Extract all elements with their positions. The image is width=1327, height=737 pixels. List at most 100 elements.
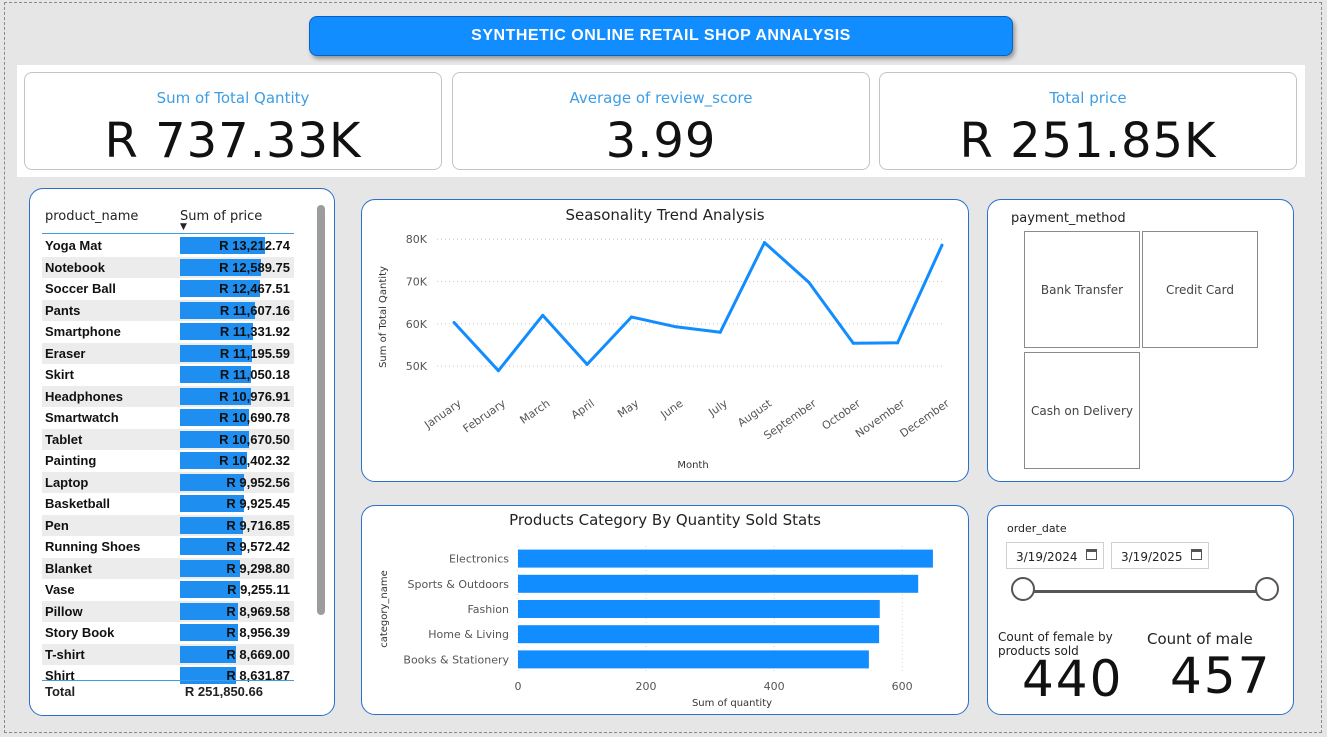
x-tick-label: March: [518, 397, 553, 427]
y-tick-label: Sports & Outdoors: [408, 578, 510, 591]
product-name: Skirt: [45, 367, 74, 382]
calendar-icon[interactable]: [1086, 549, 1097, 560]
table-row[interactable]: Tablet R 10,670.50: [42, 428, 294, 450]
payment-option-credit-card[interactable]: Credit Card: [1142, 231, 1258, 348]
y-tick-label: Fashion: [467, 603, 509, 616]
table-row[interactable]: Basketball R 9,925.45: [42, 493, 294, 515]
male-count-label: Count of male: [1147, 630, 1253, 648]
total-value: R 251,850.66: [184, 684, 263, 699]
data-point: [763, 241, 767, 245]
data-point: [896, 341, 900, 345]
table-row[interactable]: Smartwatch R 10,690.78: [42, 407, 294, 429]
kpi-value: R 251.85K: [959, 113, 1217, 169]
product-price: R 9,952.56: [226, 474, 290, 490]
table-row[interactable]: Running Shoes R 9,572.42: [42, 536, 294, 558]
product-price: R 11,607.16: [219, 302, 290, 318]
kpi-card-total-price: Total price R 251.85K: [879, 72, 1297, 170]
category-bar: [518, 600, 880, 618]
payment-option-cash-on-delivery[interactable]: Cash on Delivery: [1024, 352, 1140, 469]
table-row[interactable]: Eraser R 11,195.59: [42, 342, 294, 364]
date-range-end-handle[interactable]: [1255, 577, 1279, 601]
table-row[interactable]: Story Book R 8,956.39: [42, 622, 294, 644]
payment-method-slicer: payment_method Bank Transfer Credit Card…: [987, 199, 1294, 482]
product-name: Pillow: [45, 603, 83, 619]
y-tick-label: Books & Stationery: [403, 653, 509, 666]
kpi-label: Total price: [1049, 89, 1127, 107]
product-price: R 10,690.78: [219, 410, 290, 425]
date-range-slider-track[interactable]: [1023, 590, 1267, 593]
y-axis-title: category_name: [379, 570, 390, 648]
product-price: R 9,255.11: [227, 582, 290, 597]
table-row[interactable]: Skirt R 11,050.18: [42, 364, 294, 386]
series-line: [452, 241, 944, 373]
start-date-input[interactable]: 3/19/2024: [1006, 542, 1104, 569]
y-tick-label: 70K: [406, 276, 428, 289]
data-point: [452, 321, 456, 325]
product-price: R 10,976.91: [219, 388, 290, 404]
male-count-value: 457: [1170, 647, 1272, 705]
table-row[interactable]: Headphones R 10,976.91: [42, 385, 294, 407]
column-header-product-name[interactable]: product_name: [45, 209, 138, 224]
data-point: [674, 325, 678, 329]
table-scrollbar[interactable]: [317, 205, 325, 615]
x-tick-label: 0: [515, 680, 522, 693]
table-row[interactable]: Pillow R 8,969.58: [42, 600, 294, 622]
sort-desc-icon[interactable]: ▼: [180, 222, 187, 232]
table-row[interactable]: Smartphone R 11,331.92: [42, 321, 294, 343]
payment-option-bank-transfer[interactable]: Bank Transfer: [1024, 231, 1140, 348]
kpi-value: R 737.33K: [104, 113, 362, 169]
end-date-input[interactable]: 3/19/2025: [1111, 542, 1209, 569]
table-row[interactable]: Pen R 9,716.85: [42, 514, 294, 536]
column-header-sum-of-price[interactable]: Sum of price: [180, 209, 262, 224]
product-name: Running Shoes: [45, 539, 141, 554]
product-name: Painting: [45, 453, 97, 468]
y-tick-label: 50K: [406, 360, 428, 373]
calendar-icon[interactable]: [1191, 549, 1202, 560]
start-date-value: 3/19/2024: [1016, 550, 1078, 564]
data-point: [541, 313, 545, 317]
table-row[interactable]: Blanket R 9,298.80: [42, 557, 294, 579]
order-date-card: order_date 3/19/2024 3/19/2025 Count of …: [987, 505, 1294, 715]
kpi-value: 3.99: [605, 113, 717, 169]
product-price-table: product_name Sum of price ▼ Yoga Mat R 13…: [29, 188, 335, 716]
kpi-label: Sum of Total Qantity: [156, 89, 310, 107]
date-range-start-handle[interactable]: [1011, 577, 1035, 601]
kpi-card-review-score: Average of review_score 3.99: [452, 72, 870, 170]
kpi-label: Average of review_score: [569, 89, 753, 107]
data-point: [807, 280, 811, 284]
product-price: R 12,467.51: [219, 281, 290, 296]
product-price: R 11,050.18: [219, 367, 290, 382]
total-divider: [42, 680, 294, 681]
x-axis-title: Month: [677, 460, 708, 471]
product-name: Tablet: [45, 431, 83, 447]
table-row[interactable]: Soccer Ball R 12,467.51: [42, 278, 294, 300]
x-tick-label: 400: [764, 680, 785, 693]
product-name: Laptop: [45, 474, 89, 490]
table-row[interactable]: Vase R 9,255.11: [42, 579, 294, 601]
product-price: R 10,670.50: [219, 431, 290, 447]
x-tick-label: 200: [636, 680, 657, 693]
table-row[interactable]: Laptop R 9,952.56: [42, 471, 294, 493]
x-axis-title: Sum of quantity: [692, 698, 772, 709]
product-name: Yoga Mat: [45, 238, 102, 253]
x-tick-label: August: [735, 396, 775, 429]
end-date-value: 3/19/2025: [1121, 550, 1183, 564]
category-bar-chart: 0 200 400 600 Electronics Sports & Outdoors Fa…: [379, 546, 933, 709]
product-name: Vase: [45, 582, 75, 597]
product-price: R 11,195.59: [219, 345, 290, 361]
payment-method-title: payment_method: [1011, 211, 1126, 226]
table-row[interactable]: Painting R 10,402.32: [42, 450, 294, 472]
x-tick-label: June: [658, 397, 686, 422]
y-tick-label: 60K: [406, 318, 428, 331]
y-tick-label: 80K: [406, 233, 428, 246]
table-row[interactable]: Pants R 11,607.16: [42, 299, 294, 321]
female-count-value: 440: [1022, 654, 1124, 699]
x-tick-label: December: [898, 397, 953, 441]
product-name: Smartwatch: [45, 410, 119, 425]
product-name: Blanket: [45, 560, 92, 576]
table-row[interactable]: Yoga Mat R 13,212.74: [42, 235, 294, 257]
product-price: R 12,589.75: [219, 259, 290, 275]
table-row[interactable]: Notebook R 12,589.75: [42, 256, 294, 278]
x-tick-label: February: [461, 397, 509, 436]
table-row[interactable]: T-shirt R 8,669.00: [42, 643, 294, 665]
